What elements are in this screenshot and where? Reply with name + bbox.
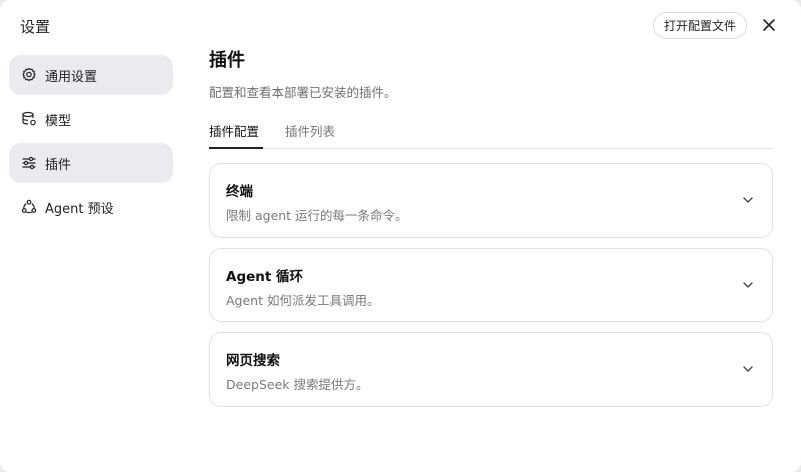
card-description: DeepSeek 搜索提供方。 xyxy=(226,377,369,392)
sidebar-item-general[interactable]: 通用设置 xyxy=(9,55,173,95)
chevron-down-icon[interactable] xyxy=(742,194,754,206)
sidebar-item-agent-presets[interactable]: Agent 预设 xyxy=(9,187,173,227)
sidebar-item-label: 模型 xyxy=(45,113,72,129)
card-title: Agent 循环 xyxy=(226,269,304,285)
dialog-title: 设置 xyxy=(20,18,51,36)
close-button[interactable] xyxy=(757,13,781,37)
sidebar-item-plugins[interactable]: 插件 xyxy=(9,143,173,183)
open-config-file-button[interactable]: 打开配置文件 xyxy=(653,12,747,39)
plugin-card-agent-loop[interactable]: Agent 循环 Agent 如何派发工具调用。 xyxy=(209,248,773,322)
sidebar-item-label: Agent 预设 xyxy=(45,201,114,217)
page-title: 插件 xyxy=(209,50,245,71)
card-title: 网页搜索 xyxy=(226,353,280,369)
tab-plugin-config[interactable]: 插件配置 xyxy=(209,118,263,149)
chevron-down-icon[interactable] xyxy=(742,363,754,375)
tab-bar: 插件配置 插件列表 xyxy=(209,118,773,149)
card-description: 限制 agent 运行的每一条命令。 xyxy=(226,208,408,223)
plugin-card-web-search[interactable]: 网页搜索 DeepSeek 搜索提供方。 xyxy=(209,332,773,407)
sidebar-item-label: 通用设置 xyxy=(45,69,98,85)
sidebar-item-label: 插件 xyxy=(45,157,72,173)
close-icon xyxy=(763,19,775,31)
card-title: 终端 xyxy=(226,184,253,200)
settings-dialog: 设置 打开配置文件 通用设置 模型 插件 Agent 预设 插件 配置和查看本部… xyxy=(0,0,801,472)
sidebar: 通用设置 模型 插件 Agent 预设 xyxy=(9,55,173,231)
gear-icon xyxy=(21,67,37,83)
database-settings-icon xyxy=(21,111,37,127)
sidebar-item-models[interactable]: 模型 xyxy=(9,99,173,139)
card-description: Agent 如何派发工具调用。 xyxy=(226,293,380,308)
page-subtitle: 配置和查看本部署已安装的插件。 xyxy=(209,85,397,100)
chevron-down-icon[interactable] xyxy=(742,279,754,291)
agent-cycle-icon xyxy=(21,199,37,215)
plugin-card-terminal[interactable]: 终端 限制 agent 运行的每一条命令。 xyxy=(209,163,773,238)
sliders-icon xyxy=(21,155,37,171)
tab-plugin-list[interactable]: 插件列表 xyxy=(285,118,341,149)
